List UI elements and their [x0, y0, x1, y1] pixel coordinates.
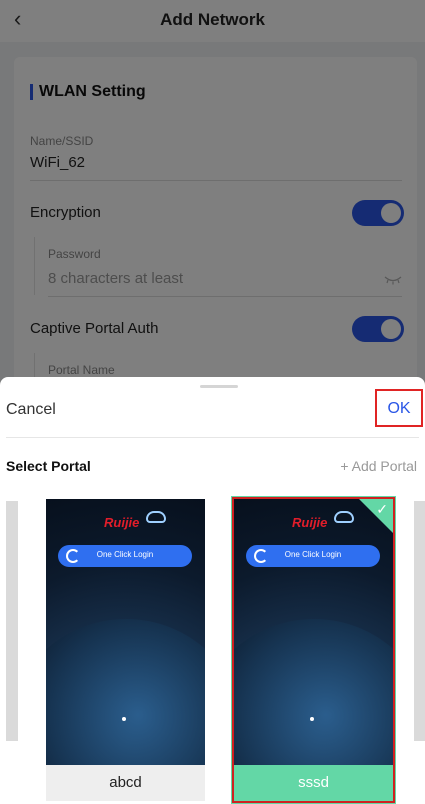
sheet-drag-handle[interactable] — [200, 385, 238, 388]
portal-card-partial[interactable] — [6, 501, 18, 741]
login-button-text: One Click Login — [284, 550, 342, 559]
ruijie-logo: Ruijie — [292, 515, 328, 530]
ok-button[interactable]: OK — [377, 400, 421, 418]
page-indicator-dot — [122, 717, 126, 721]
portal-card-partial[interactable] — [414, 501, 425, 741]
one-click-login-preview: One Click Login — [246, 545, 380, 567]
portal-preview-image: Ruijie One Click Login ✓ — [234, 499, 393, 765]
ok-button-highlight[interactable]: OK — [375, 389, 423, 427]
page-indicator-dot — [310, 717, 314, 721]
add-portal-button[interactable]: + Add Portal — [340, 458, 417, 474]
portal-card-abcd[interactable]: Ruijie One Click Login abcd — [46, 499, 205, 801]
login-button-text: One Click Login — [96, 550, 154, 559]
select-portal-sheet: Cancel OK Select Portal + Add Portal Rui… — [0, 377, 425, 804]
cloud-logo-icon — [146, 511, 166, 523]
portal-preview-image: Ruijie One Click Login — [46, 499, 205, 765]
cloud-logo-icon — [334, 511, 354, 523]
one-click-login-preview: One Click Login — [58, 545, 192, 567]
checkmark-icon: ✓ — [376, 501, 388, 517]
divider — [6, 437, 419, 438]
cancel-button[interactable]: Cancel — [6, 401, 56, 419]
select-portal-heading: Select Portal — [6, 458, 91, 474]
portal-card-sssd[interactable]: Ruijie One Click Login ✓ sssd — [231, 496, 396, 804]
ruijie-logo: Ruijie — [104, 515, 140, 530]
portal-name: abcd — [46, 765, 205, 801]
portal-name: sssd — [234, 765, 393, 801]
